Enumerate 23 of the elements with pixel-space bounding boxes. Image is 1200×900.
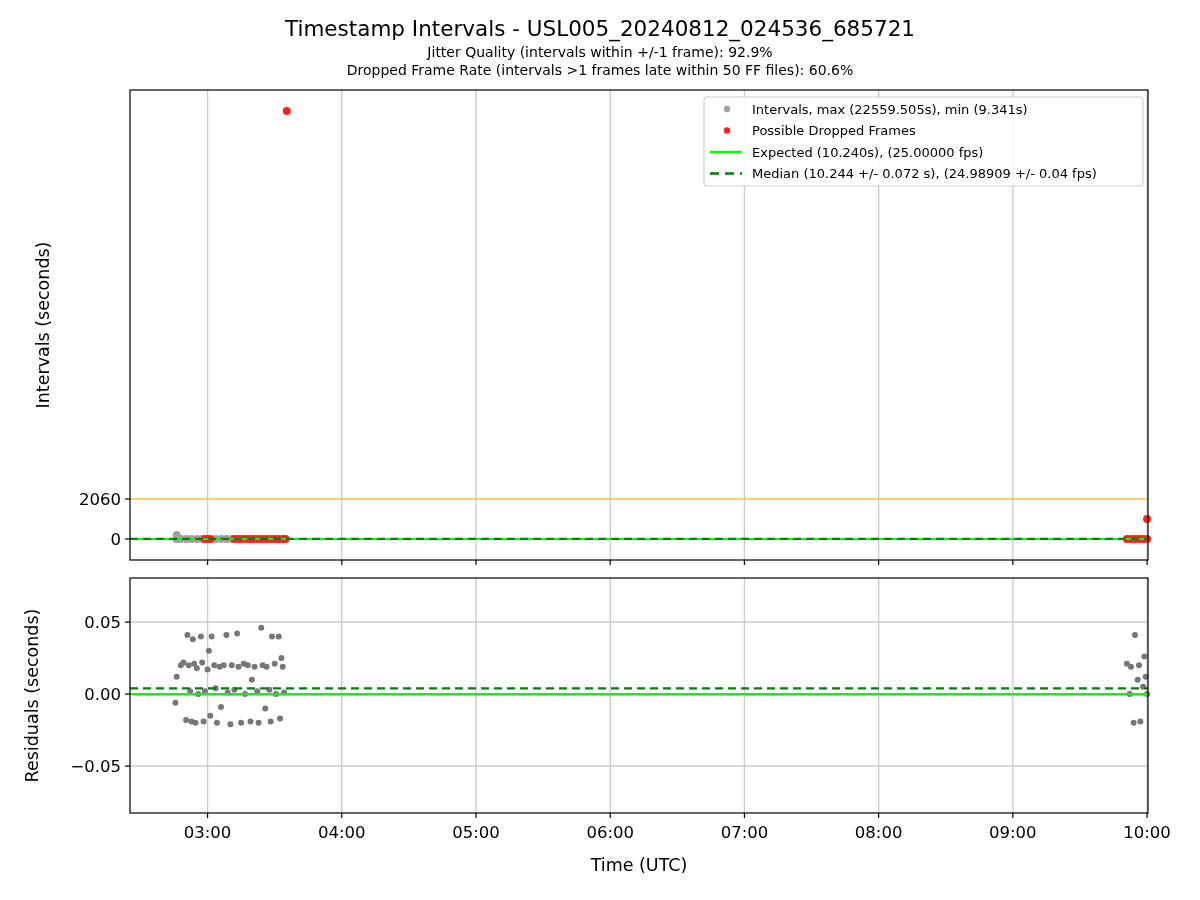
y-axis-label: Intervals (seconds)	[33, 241, 53, 409]
legend-label: Median (10.244 +/- 0.072 s), (24.98909 +/- 0.04 fps)	[752, 166, 1097, 181]
x-tick-label: 05:00	[452, 823, 500, 842]
legend-label: Expected (10.240s), (25.00000 fps)	[752, 144, 984, 160]
figure-subtitle: Jitter Quality (intervals within +/-1 frame): 92.9%	[427, 43, 773, 61]
x-tick-label: 03:00	[183, 823, 232, 842]
y-tick-label: −0.05	[70, 757, 121, 777]
figure-subtitle: Dropped Frame Rate (intervals >1 frames late within 50 FF files): 60.6%	[346, 61, 854, 79]
x-tick-label: 08:00	[854, 823, 903, 842]
legend-label: Intervals, max (22559.505s), min (9.341s)	[752, 101, 1028, 117]
legend-label: Possible Dropped Frames	[752, 123, 916, 138]
y-tick-label: 0.00	[84, 685, 121, 705]
x-tick-label: 10:00	[1123, 823, 1171, 842]
x-tick-label: 07:00	[720, 823, 769, 842]
x-axis-label: Time (UTC)	[590, 855, 688, 875]
y-axis-label: Residuals (seconds)	[22, 608, 42, 783]
y-tick-label: 0.05	[84, 613, 121, 633]
y-tick-label: 0	[110, 530, 121, 549]
x-tick-label: 09:00	[989, 823, 1037, 842]
x-tick-label: 06:00	[586, 823, 634, 842]
figure-title: Timestamp Intervals - USL005_20240812_024536_685721	[284, 15, 915, 43]
y-tick-label: 2060	[79, 490, 121, 509]
x-tick-label: 04:00	[318, 823, 366, 842]
